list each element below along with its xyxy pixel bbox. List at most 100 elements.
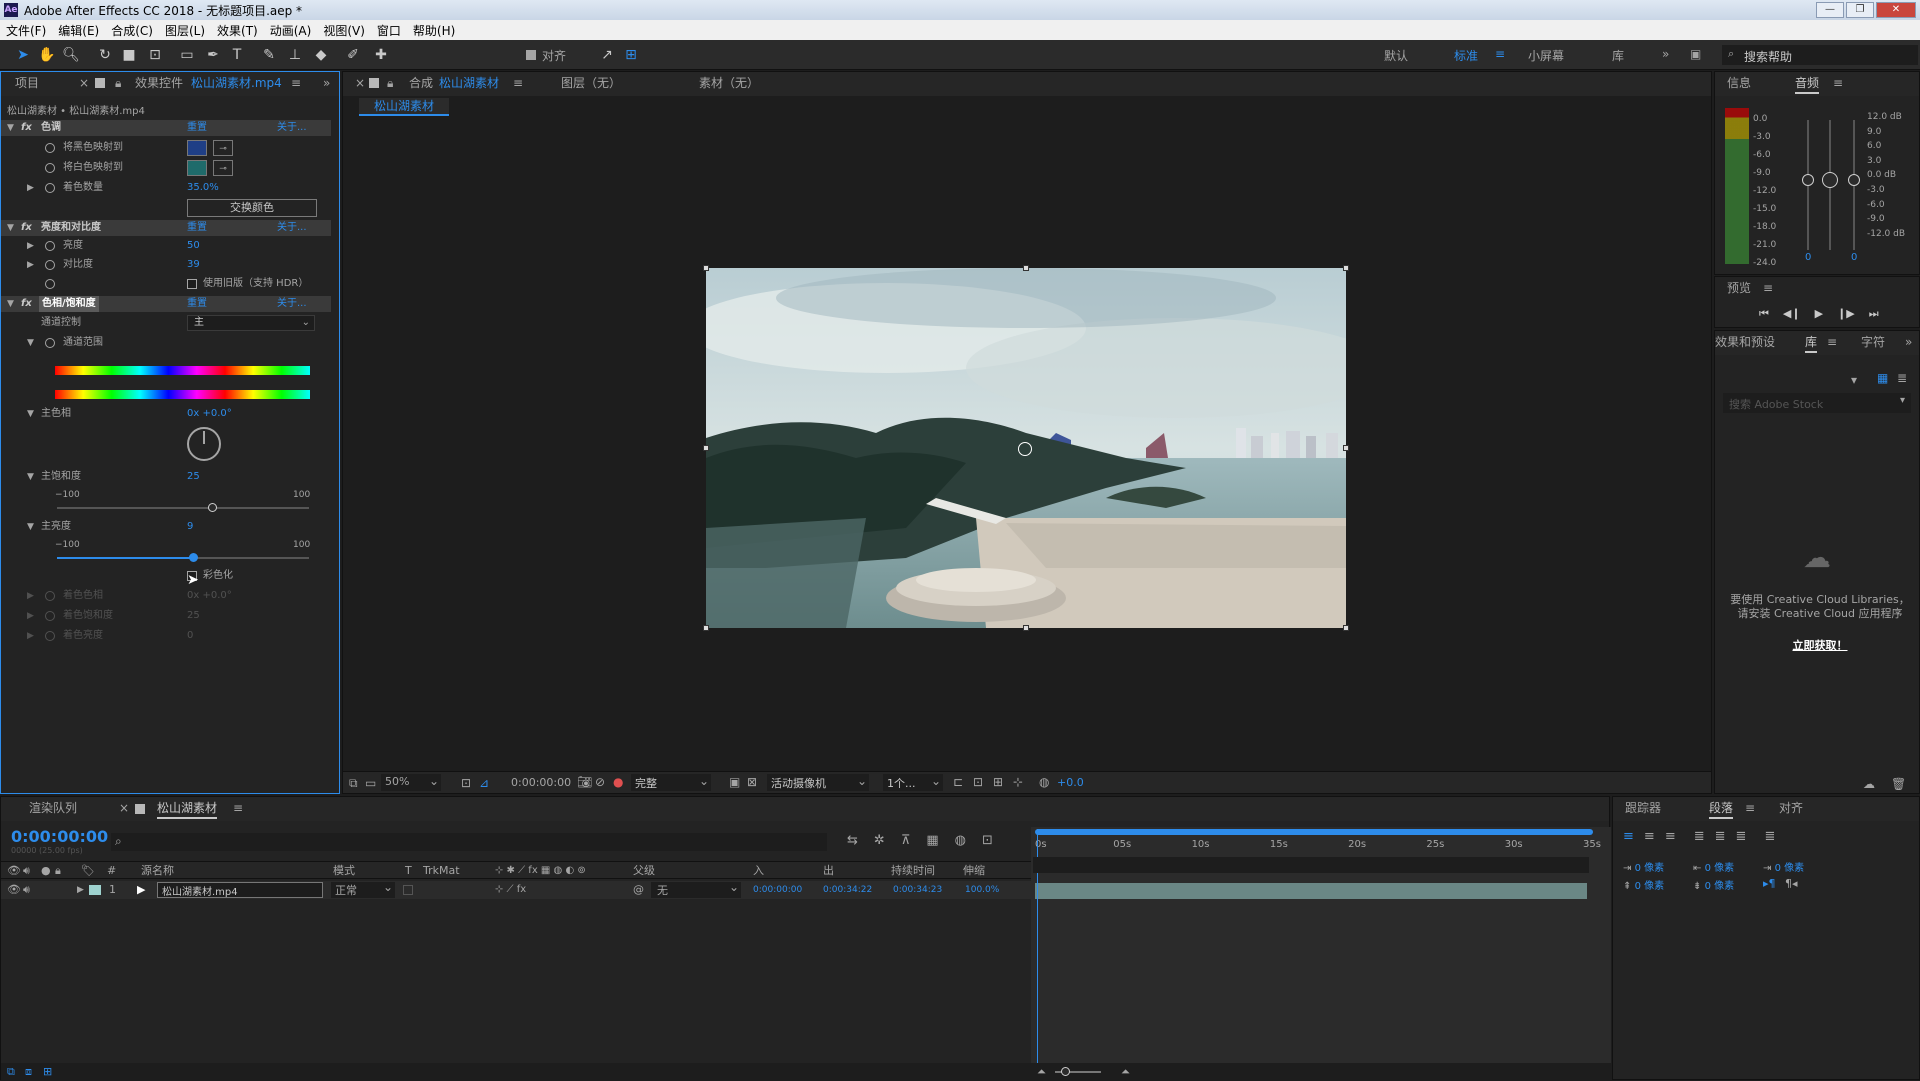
effect-tint-row[interactable]: ▼ fx 色调 重置 关于... (1, 120, 331, 136)
expand-triangle-icon[interactable]: ▶ (27, 588, 34, 604)
col-parent[interactable]: 父级 (633, 862, 655, 880)
indent-right[interactable]: ⇤ 0 像素 (1693, 859, 1734, 874)
preserve-transparency-checkbox[interactable] (403, 885, 413, 895)
close-tab-icon[interactable]: × (119, 797, 129, 819)
stopwatch-icon[interactable] (45, 163, 55, 173)
tab-paragraph[interactable]: 段落 (1709, 797, 1734, 819)
layer-expand-icon[interactable]: ▶ (77, 881, 84, 899)
library-dropdown-icon[interactable]: ▾ (1851, 373, 1857, 387)
tab-footage[interactable]: 素材（无） (699, 72, 759, 94)
col-t[interactable]: T (405, 862, 412, 880)
resolution-dropdown[interactable]: 完整 ⌄ (631, 774, 711, 791)
stopwatch-icon[interactable] (45, 183, 55, 193)
legacy-checkbox[interactable] (187, 279, 197, 289)
draft-3d-icon[interactable]: ✲ (874, 833, 885, 848)
space-before[interactable]: ⇞ 0 像素 (1623, 877, 1664, 892)
fx-icon[interactable]: fx (21, 220, 32, 236)
brightness-value[interactable]: 50 (187, 238, 200, 254)
camera-tool-icon[interactable]: ■ (120, 46, 138, 64)
layer-stretch[interactable]: 100.0% (965, 881, 999, 899)
tab-composition[interactable]: 合成 (409, 72, 433, 94)
workspace-menu-icon[interactable]: ≡ (1495, 47, 1505, 61)
panel-menu-icon[interactable]: ≡ (1827, 331, 1837, 353)
brush-tool-icon[interactable]: ✎ (260, 46, 278, 64)
menu-animation[interactable]: 动画(A) (264, 22, 318, 39)
selection-tool-icon[interactable]: ➤ (14, 46, 32, 64)
stopwatch-icon[interactable] (45, 591, 55, 601)
views-dropdown[interactable]: 1个... ⌄ (883, 774, 943, 791)
channel-icon[interactable]: ● (613, 775, 623, 789)
indent-right-value[interactable]: 0 像素 (1705, 863, 1735, 874)
list-view-icon[interactable]: ≣ (1897, 371, 1907, 385)
tab-audio[interactable]: 音频 (1795, 72, 1820, 94)
saturation-slider-knob[interactable] (208, 503, 218, 512)
contrast-value[interactable]: 39 (187, 257, 200, 273)
snap-icon[interactable]: ↗ (598, 46, 616, 64)
align-center-icon[interactable]: ≡ (1644, 829, 1655, 844)
expand-panels-icon[interactable]: » (323, 72, 330, 94)
hand-tool-icon[interactable]: ✋ (38, 46, 56, 64)
hue-range-bar-bottom[interactable] (55, 390, 310, 399)
transform-handle-bl[interactable] (703, 625, 709, 631)
space-before-value[interactable]: 0 像素 (1635, 881, 1665, 892)
about-bc-link[interactable]: 关于... (277, 220, 307, 236)
previous-frame-icon[interactable]: ◀❙ (1783, 307, 1801, 321)
timeline-icon[interactable]: ⊞ (993, 775, 1003, 789)
rotate-tool-icon[interactable]: ↻ (96, 46, 114, 64)
anchor-point-icon[interactable] (1018, 442, 1032, 456)
tab-project[interactable]: 项目 (15, 72, 39, 94)
hue-range-bar-top[interactable] (55, 366, 310, 375)
col-trkmat[interactable]: TrkMat (423, 862, 460, 880)
first-frame-icon[interactable]: ⏮ (1759, 307, 1769, 321)
align-left-icon[interactable]: ≡ (1623, 829, 1634, 844)
collapse-triangle-icon[interactable]: ▼ (7, 120, 14, 136)
audio-fader-left-knob[interactable] (1802, 174, 1814, 186)
monitor-icon[interactable]: ▭ (365, 776, 376, 790)
expand-triangle-icon[interactable]: ▶ (27, 257, 34, 273)
panel-menu-icon[interactable]: ≡ (291, 72, 301, 94)
menu-file[interactable]: 文件(F) (0, 22, 52, 39)
transform-handle-tr[interactable] (1343, 265, 1349, 271)
layer-mode-dropdown[interactable]: 正常 ⌄ (331, 880, 395, 898)
snapshot-icon[interactable]: 📷︎ (577, 775, 592, 789)
transform-handle-br[interactable] (1343, 625, 1349, 631)
justify-all-icon[interactable]: ≣ (1764, 829, 1775, 844)
panel-menu-icon[interactable]: ≡ (1745, 797, 1755, 819)
collapse-triangle-icon[interactable]: ▼ (27, 469, 34, 485)
stopwatch-icon[interactable] (45, 611, 55, 621)
swap-colors-button[interactable]: 交换颜色 (187, 199, 317, 217)
close-tab-icon[interactable]: × (355, 72, 365, 94)
amount-value[interactable]: 35.0% (187, 180, 219, 196)
workspace-library[interactable]: 库 (1612, 47, 1624, 64)
collapse-triangle-icon[interactable]: ▼ (27, 335, 34, 351)
layer-name-field[interactable]: 松山湖素材.mp4 (157, 882, 323, 898)
more-workspaces-icon[interactable]: » (1662, 47, 1669, 61)
tab-character[interactable]: 字符 (1861, 331, 1885, 353)
flowchart-icon[interactable]: ⊹ (1013, 775, 1023, 789)
layer-out-point[interactable]: 0:00:34:22 (823, 881, 872, 899)
tab-layer[interactable]: 图层（无） (561, 72, 621, 94)
zoom-slider-knob[interactable] (1061, 1067, 1070, 1076)
collapse-triangle-icon[interactable]: ▼ (7, 220, 14, 236)
lock-icon[interactable]: 🔒︎ (115, 72, 121, 94)
effect-brightness-contrast-row[interactable]: ▼ fx 亮度和对比度 重置 关于... (1, 220, 331, 236)
map-white-color-swatch[interactable] (187, 160, 207, 176)
workspace-small-screen[interactable]: 小屏幕 (1528, 47, 1564, 64)
menu-view[interactable]: 视图(V) (317, 22, 371, 39)
transform-handle-bm[interactable] (1023, 625, 1029, 631)
layer-label-color[interactable] (89, 885, 101, 895)
col-in[interactable]: 入 (753, 862, 764, 880)
last-frame-icon[interactable]: ⏭ (1869, 307, 1879, 321)
work-area-bar[interactable] (1035, 829, 1593, 835)
map-black-color-swatch[interactable] (187, 140, 207, 156)
menu-window[interactable]: 窗口 (371, 22, 407, 39)
align-right-icon[interactable]: ≡ (1665, 829, 1676, 844)
layer-duration-bar[interactable] (1035, 883, 1587, 899)
exposure-value[interactable]: +0.0 (1057, 776, 1084, 789)
stopwatch-icon[interactable] (45, 631, 55, 641)
fit-icon[interactable]: ⊡ (461, 776, 471, 790)
about-hs-link[interactable]: 关于... (277, 296, 307, 312)
expand-triangle-icon[interactable]: ▶ (27, 608, 34, 624)
effect-hue-saturation-row[interactable]: ▼ fx 色相/饱和度 重置 关于... (1, 296, 331, 312)
indent-first-value[interactable]: 0 像素 (1775, 863, 1805, 874)
